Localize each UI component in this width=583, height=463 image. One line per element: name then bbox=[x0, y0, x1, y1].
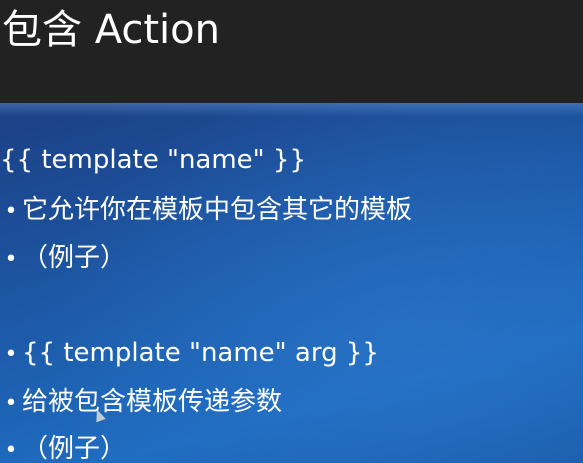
bullet-item: • 给被包含模板传递参数 bbox=[0, 385, 283, 421]
bullet-text: （例子） bbox=[22, 243, 127, 273]
bullet-text: （例子） bbox=[22, 434, 127, 463]
bullet-text: {{ template "name" arg }} bbox=[22, 338, 379, 368]
bullet-item: • 它允许你在模板中包含其它的模板 bbox=[0, 193, 413, 229]
line-text: {{ template "name" }} bbox=[0, 145, 306, 175]
bullet-item: • （例子） bbox=[0, 432, 127, 463]
bullet-text: 给被包含模板传递参数 bbox=[22, 387, 283, 417]
slide-title: 包含 Action bbox=[2, 7, 220, 53]
bullet-icon: • bbox=[4, 199, 18, 224]
template-syntax-line: {{ template "name" }} bbox=[0, 143, 306, 177]
bullet-icon: • bbox=[4, 391, 18, 416]
bullet-icon: • bbox=[4, 342, 18, 367]
title-bar: 包含 Action bbox=[0, 0, 583, 103]
presentation-slide: 包含 Action {{ template "name" }} • 它允许你在模板… bbox=[0, 0, 583, 463]
bullet-icon: • bbox=[4, 247, 18, 272]
bullet-icon: • bbox=[4, 438, 18, 463]
bullet-item: •{{ template "name" arg }} bbox=[0, 336, 379, 372]
bullet-item: • （例子） bbox=[0, 241, 127, 277]
bullet-text: 它允许你在模板中包含其它的模板 bbox=[22, 195, 413, 225]
